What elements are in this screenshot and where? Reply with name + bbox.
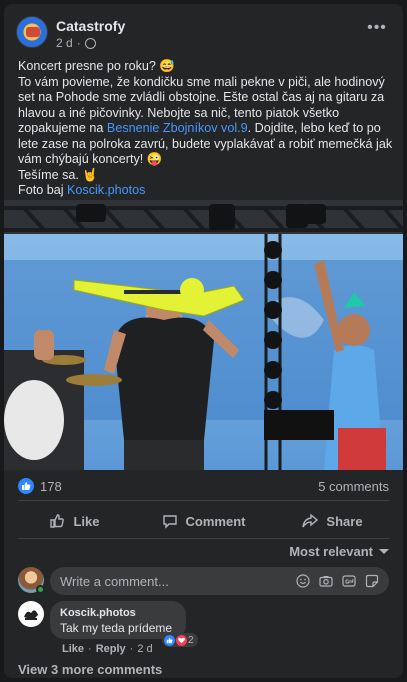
camera-icon[interactable] — [318, 573, 333, 588]
photo-credit: Foto baj Koscik.photos — [18, 183, 398, 199]
commenter-avatar[interactable] — [18, 601, 44, 627]
post-meta: 2 d · — [56, 36, 96, 50]
post-paragraph: To vám povieme, že kondičku sme mali pek… — [18, 75, 398, 168]
like-button[interactable]: Like — [10, 505, 139, 537]
share-button[interactable]: Share — [268, 505, 397, 537]
online-status-dot — [36, 585, 45, 594]
thumbs-up-icon — [164, 634, 175, 646]
heart-icon — [176, 634, 187, 646]
comment-input-placeholder: Write a comment... — [60, 573, 169, 589]
event-link[interactable]: Besnenie Zbojníkov vol.9 — [107, 121, 248, 135]
share-icon — [302, 513, 319, 528]
more-options-button[interactable]: ••• — [365, 20, 389, 40]
sort-dropdown[interactable]: Most relevant — [289, 544, 389, 559]
post-line-3: Tešíme sa. 🤘 — [18, 167, 99, 182]
like-label: Like — [73, 513, 100, 529]
photo-credit-prefix: Foto baj — [18, 183, 68, 197]
post-header: Catastrofy 2 d · ••• — [16, 16, 391, 56]
comment-like-button[interactable]: Like — [62, 643, 84, 655]
post-card: Catastrofy 2 d · ••• Koncert presne po r… — [4, 4, 403, 678]
comment-count[interactable]: 5 comments — [318, 479, 389, 494]
share-label: Share — [326, 513, 363, 529]
comment-composer: Write a comment... — [18, 567, 389, 595]
comment-label: Comment — [185, 513, 246, 529]
composer-icons — [295, 573, 379, 588]
caret-down-icon — [379, 549, 389, 554]
comment-icon — [162, 515, 177, 529]
globe-icon — [84, 37, 96, 49]
reaction-count: 2 — [188, 634, 194, 646]
concert-photo-illustration — [4, 200, 403, 470]
smiley-icon[interactable] — [295, 573, 310, 588]
divider — [18, 538, 389, 539]
comment-meta: Like · Reply · 2 d — [62, 643, 153, 655]
post-actions: Like Comment Share — [10, 505, 397, 537]
separator-dot: · — [129, 643, 134, 655]
comment-text: Tak my teda prídeme — [60, 621, 173, 635]
photographer-link[interactable]: Koscik.photos — [67, 183, 145, 197]
comment-time[interactable]: 2 d — [137, 643, 152, 655]
page-avatar[interactable] — [16, 16, 48, 48]
post-photo[interactable] — [4, 200, 403, 470]
view-more-comments-link[interactable]: View 3 more comments — [18, 662, 162, 677]
separator-dot: · — [88, 643, 92, 655]
comment-reactions[interactable]: 2 — [162, 633, 198, 647]
comment-reply-button[interactable]: Reply — [96, 643, 126, 655]
post-text: Koncert presne po roku? 😅 To vám povieme… — [18, 59, 398, 199]
sticker-icon[interactable] — [364, 573, 379, 588]
separator-dot: · — [76, 36, 81, 50]
comment-input[interactable]: Write a comment... — [50, 567, 389, 595]
like-icon — [50, 514, 65, 528]
thumbs-up-icon — [18, 478, 34, 494]
comment-button[interactable]: Comment — [139, 505, 268, 537]
gif-icon[interactable] — [341, 573, 356, 588]
divider — [18, 500, 389, 501]
comment-author[interactable]: Koscik.photos — [60, 607, 176, 619]
post-line-1: Koncert presne po roku? 😅 — [18, 59, 176, 73]
page-name[interactable]: Catastrofy — [56, 18, 125, 34]
like-count[interactable]: 178 — [40, 479, 62, 494]
post-stats: 178 5 comments — [18, 476, 389, 496]
sort-label: Most relevant — [289, 544, 373, 559]
comment-item: Koscik.photos Tak my teda prídeme 2 Like… — [18, 601, 389, 661]
post-time[interactable]: 2 d — [56, 36, 73, 50]
